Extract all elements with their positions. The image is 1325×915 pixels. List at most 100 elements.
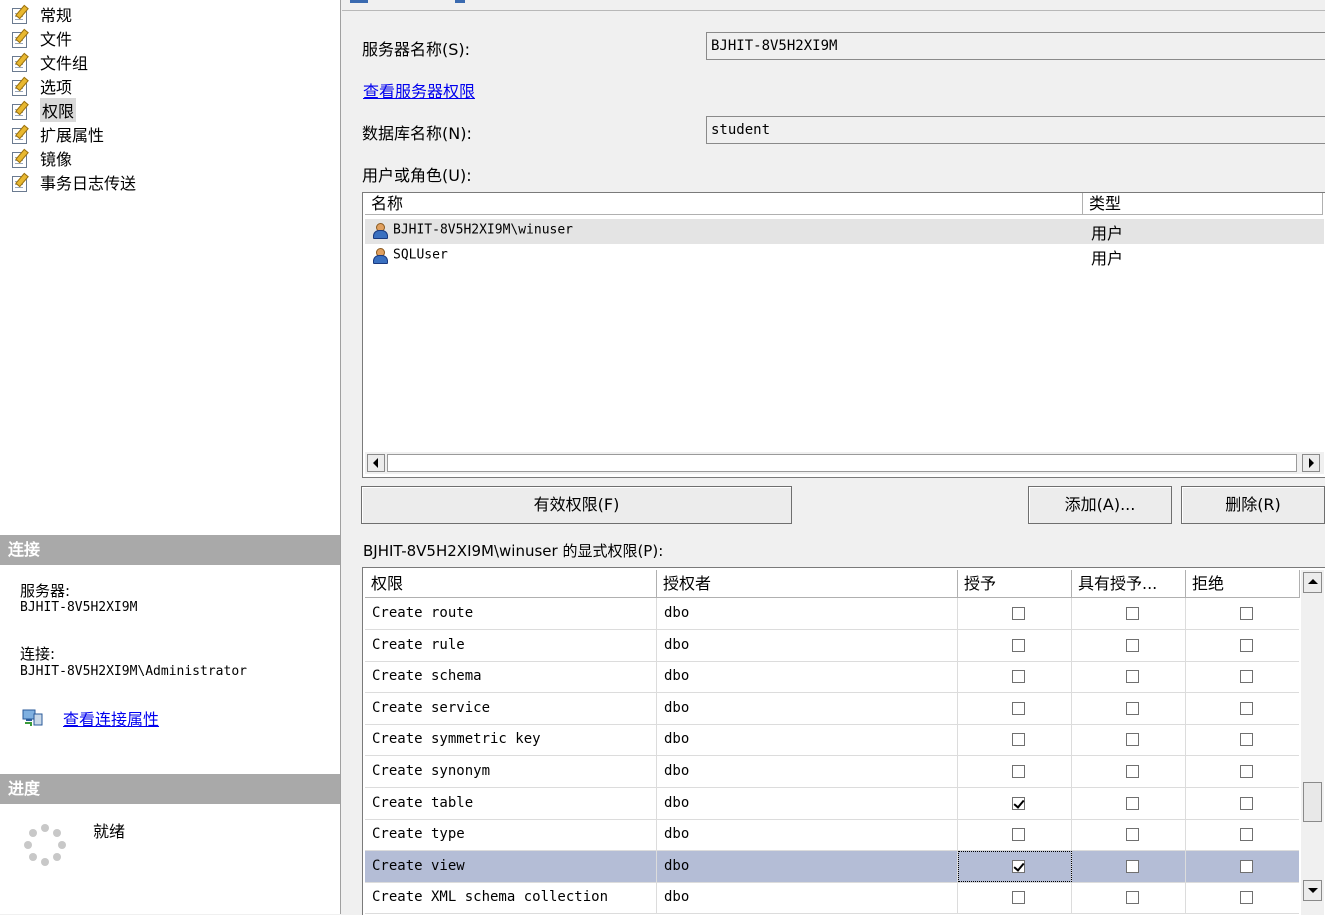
server-name-field[interactable]: BJHIT-8V5H2XI9M — [706, 32, 1325, 60]
perms-col-grant[interactable]: 授予 — [958, 570, 1072, 598]
database-name-field[interactable]: student — [706, 116, 1325, 144]
grant-checkbox[interactable] — [1012, 607, 1025, 620]
user-row[interactable]: BJHIT-8V5H2XI9M\winuser 用户 — [365, 219, 1324, 244]
with-grant-checkbox[interactable] — [1126, 701, 1139, 715]
database-name-label: 数据库名称(N): — [362, 124, 472, 143]
deny-checkbox[interactable] — [1240, 859, 1253, 873]
grant-checkbox[interactable] — [1012, 796, 1025, 810]
remove-button[interactable]: 删除(R) — [1181, 486, 1325, 524]
permission-row[interactable]: Create view dbo — [365, 850, 1299, 883]
user-name: SQLUser — [393, 247, 448, 263]
with-grant-checkbox[interactable] — [1126, 859, 1139, 873]
permission-row[interactable]: Create service dbo — [365, 692, 1299, 725]
with-grant-checkbox[interactable] — [1126, 638, 1139, 652]
server-name-label: 服务器名称(S): — [362, 40, 471, 59]
grant-checkbox[interactable] — [1012, 733, 1025, 747]
view-connection-properties-link[interactable]: 查看连接属性 — [63, 706, 159, 730]
connection-properties-icon — [22, 708, 44, 728]
nav-item-label: 文件组 — [40, 54, 89, 73]
page-icon — [10, 4, 30, 24]
permission-grantor: dbo — [657, 629, 958, 661]
spinner-icon — [22, 822, 68, 868]
nav-item-2[interactable]: 文件组 — [10, 50, 88, 74]
perms-col-with-grant[interactable]: 具有授予... — [1072, 570, 1186, 598]
nav-item-1[interactable]: 文件 — [10, 26, 72, 50]
user-name-cell: BJHIT-8V5H2XI9M\winuser — [371, 222, 573, 239]
user-row[interactable]: SQLUser 用户 — [365, 244, 1324, 269]
users-list: 名称 类型 BJHIT-8V5H2XI9M\winuser 用户 SQLUser 用户 — [362, 192, 1325, 478]
deny-checkbox[interactable] — [1240, 891, 1253, 905]
permissions-grid: 权限 授权者 授予 具有授予... 拒绝 Create route dbo Crea… — [362, 567, 1325, 915]
permission-row[interactable]: Create schema dbo — [365, 661, 1299, 694]
permission-name: Create XML schema collection — [365, 882, 657, 914]
permissions-rows: Create route dbo Create rule dbo Create sche… — [365, 598, 1299, 915]
permission-name: Create table — [365, 787, 657, 819]
add-button[interactable]: 添加(A)... — [1028, 486, 1172, 524]
users-col-name[interactable]: 名称 — [365, 193, 1083, 215]
page-icon — [10, 52, 30, 72]
grant-checkbox[interactable] — [1012, 670, 1025, 684]
scroll-left-button[interactable] — [367, 454, 385, 472]
permission-row[interactable]: Create route dbo — [365, 598, 1299, 630]
perms-col-deny[interactable]: 拒绝 — [1186, 570, 1300, 598]
view-server-permissions-link[interactable]: 查看服务器权限 — [363, 78, 475, 102]
nav-item-label: 文件 — [40, 30, 73, 49]
deny-checkbox[interactable] — [1240, 638, 1253, 652]
scroll-right-button[interactable] — [1302, 454, 1320, 472]
user-icon — [371, 222, 388, 239]
nav-item-7[interactable]: 事务日志传送 — [10, 170, 136, 194]
nav-item-label: 权限 — [40, 98, 77, 122]
perms-vscrollbar[interactable] — [1301, 570, 1324, 915]
with-grant-checkbox[interactable] — [1126, 828, 1139, 842]
scroll-up-button[interactable] — [1303, 572, 1322, 593]
permission-row[interactable]: Create table dbo — [365, 787, 1299, 820]
nav-item-6[interactable]: 镜像 — [10, 146, 72, 170]
deny-checkbox[interactable] — [1240, 796, 1253, 810]
permission-row[interactable]: Create symmetric key dbo — [365, 724, 1299, 757]
page-icon — [10, 124, 30, 144]
with-grant-checkbox[interactable] — [1126, 765, 1139, 778]
permission-row[interactable]: Create type dbo — [365, 819, 1299, 852]
deny-checkbox[interactable] — [1240, 607, 1253, 620]
perms-col-grantor[interactable]: 授权者 — [657, 570, 958, 598]
users-hscrollbar[interactable] — [365, 452, 1324, 474]
nav-item-4[interactable]: 权限 — [10, 98, 77, 122]
deny-checkbox[interactable] — [1240, 765, 1253, 778]
perms-scroll-thumb[interactable] — [1303, 782, 1322, 822]
grant-checkbox[interactable] — [1012, 765, 1025, 778]
deny-checkbox[interactable] — [1240, 733, 1253, 747]
permission-row[interactable]: Create XML schema collection dbo — [365, 882, 1299, 915]
with-grant-checkbox[interactable] — [1126, 796, 1139, 810]
nav-item-0[interactable]: 常规 — [10, 2, 72, 26]
perms-col-permission[interactable]: 权限 — [365, 570, 657, 598]
users-col-type[interactable]: 类型 — [1083, 193, 1323, 215]
focus-rectangle — [958, 850, 1072, 882]
user-name-cell: SQLUser — [371, 247, 448, 264]
with-grant-checkbox[interactable] — [1126, 733, 1139, 747]
permission-name: Create type — [365, 819, 657, 851]
nav-item-5[interactable]: 扩展属性 — [10, 122, 104, 146]
nav-item-label: 常规 — [40, 6, 73, 25]
grant-checkbox[interactable] — [1012, 828, 1025, 842]
with-grant-checkbox[interactable] — [1126, 670, 1139, 684]
scroll-down-button[interactable] — [1303, 880, 1322, 901]
scroll-thumb[interactable] — [387, 454, 1297, 472]
grant-checkbox[interactable] — [1012, 638, 1025, 652]
page-icon — [10, 100, 30, 120]
nav-item-label: 镜像 — [40, 150, 73, 169]
deny-checkbox[interactable] — [1240, 701, 1253, 715]
deny-checkbox[interactable] — [1240, 670, 1253, 684]
permission-row[interactable]: Create synonym dbo — [365, 756, 1299, 788]
deny-checkbox[interactable] — [1240, 828, 1253, 842]
with-grant-checkbox[interactable] — [1126, 607, 1139, 620]
grant-checkbox[interactable] — [1012, 701, 1025, 715]
nav-item-3[interactable]: 选项 — [10, 74, 72, 98]
server-label: 服务器: — [20, 582, 71, 600]
grant-checkbox[interactable] — [1012, 891, 1025, 905]
permission-row[interactable]: Create rule dbo — [365, 629, 1299, 662]
permission-grantor: dbo — [657, 819, 958, 851]
permission-grantor: dbo — [657, 598, 958, 629]
with-grant-checkbox[interactable] — [1126, 891, 1139, 905]
effective-permissions-button[interactable]: 有效权限(F) — [361, 486, 792, 524]
permission-grantor: dbo — [657, 882, 958, 914]
